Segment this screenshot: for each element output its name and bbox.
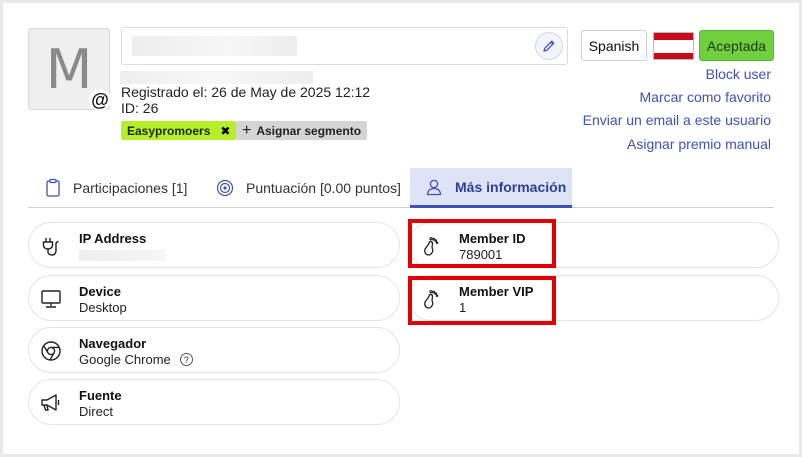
plug-icon xyxy=(39,234,63,258)
status-button[interactable]: Aceptada xyxy=(699,30,774,61)
assign-segment-label: Asignar segmento xyxy=(256,123,362,138)
info-source: Fuente Direct xyxy=(28,379,400,425)
mark-favorite-link[interactable]: Marcar como favorito xyxy=(640,89,771,105)
target-icon xyxy=(216,179,234,197)
language-button[interactable]: Spanish xyxy=(581,30,647,61)
chrome-icon xyxy=(39,339,63,363)
info-member-id: Member ID 789001 xyxy=(408,222,779,268)
edit-name-button[interactable] xyxy=(535,32,563,60)
email-redacted xyxy=(120,71,313,84)
info-value: Direct xyxy=(79,404,113,419)
segment-tag-label: Easypromoers xyxy=(127,123,211,138)
name-value-redacted xyxy=(132,36,297,56)
info-ip-address: IP Address xyxy=(28,222,400,268)
user-profile-card: M @ Registrado el: 26 de May de 2025 12:… xyxy=(3,3,799,454)
registered-date: Registrado el: 26 de May de 2025 12:12 xyxy=(121,84,371,100)
info-label: Member VIP xyxy=(459,284,534,299)
browser-value: Google Chrome xyxy=(79,352,171,367)
profile-tabs: Participaciones [1] Puntuación [0.00 pun… xyxy=(28,168,774,208)
user-icon xyxy=(426,179,442,195)
tab-mas-informacion-label: Más información xyxy=(455,178,567,195)
info-device: Device Desktop xyxy=(28,275,400,321)
help-icon[interactable]: ? xyxy=(179,353,193,366)
tab-puntuacion-label: Puntuación [0.00 puntos] xyxy=(246,180,401,196)
info-label: Device xyxy=(79,284,121,299)
footprint-icon xyxy=(419,234,443,258)
tab-participaciones[interactable]: Participaciones [1] xyxy=(45,168,187,208)
footprint-icon xyxy=(419,287,443,311)
info-label: Fuente xyxy=(79,388,122,403)
info-browser: Navegador Google Chrome ? xyxy=(28,327,400,373)
spain-flag-icon[interactable] xyxy=(653,32,694,60)
email-badge-icon: @ xyxy=(89,89,111,111)
info-value: 789001 xyxy=(459,247,503,262)
info-value: Desktop xyxy=(79,300,127,315)
info-label: IP Address xyxy=(79,231,147,246)
monitor-icon xyxy=(39,287,63,311)
user-id: ID: 26 xyxy=(121,100,159,116)
plus-icon: + xyxy=(242,121,252,139)
assign-segment-button[interactable]: + Asignar segmento xyxy=(236,121,368,140)
name-field[interactable] xyxy=(121,27,568,65)
megaphone-icon xyxy=(39,391,63,415)
info-value: Google Chrome ? xyxy=(79,352,193,367)
info-member-vip: Member VIP 1 xyxy=(408,275,779,321)
info-label: Navegador xyxy=(79,336,147,351)
assign-prize-link[interactable]: Asignar premio manual xyxy=(627,136,771,152)
clipboard-icon xyxy=(46,178,60,197)
remove-segment-icon[interactable]: ✖ xyxy=(220,124,230,138)
block-user-link[interactable]: Block user xyxy=(706,66,771,82)
tab-participaciones-label: Participaciones [1] xyxy=(73,180,188,196)
info-value: 1 xyxy=(459,300,467,315)
avatar-letter: M xyxy=(45,37,93,101)
ip-value-redacted xyxy=(79,247,165,261)
info-label: Member ID xyxy=(459,231,526,246)
tab-puntuacion[interactable]: Puntuación [0.00 puntos] xyxy=(216,168,401,208)
tab-mas-informacion[interactable]: Más información xyxy=(410,168,572,208)
pencil-icon xyxy=(543,40,555,52)
send-email-link[interactable]: Enviar un email a este usuario xyxy=(583,112,771,128)
segment-tag: Easypromoers ✖ xyxy=(121,121,237,140)
